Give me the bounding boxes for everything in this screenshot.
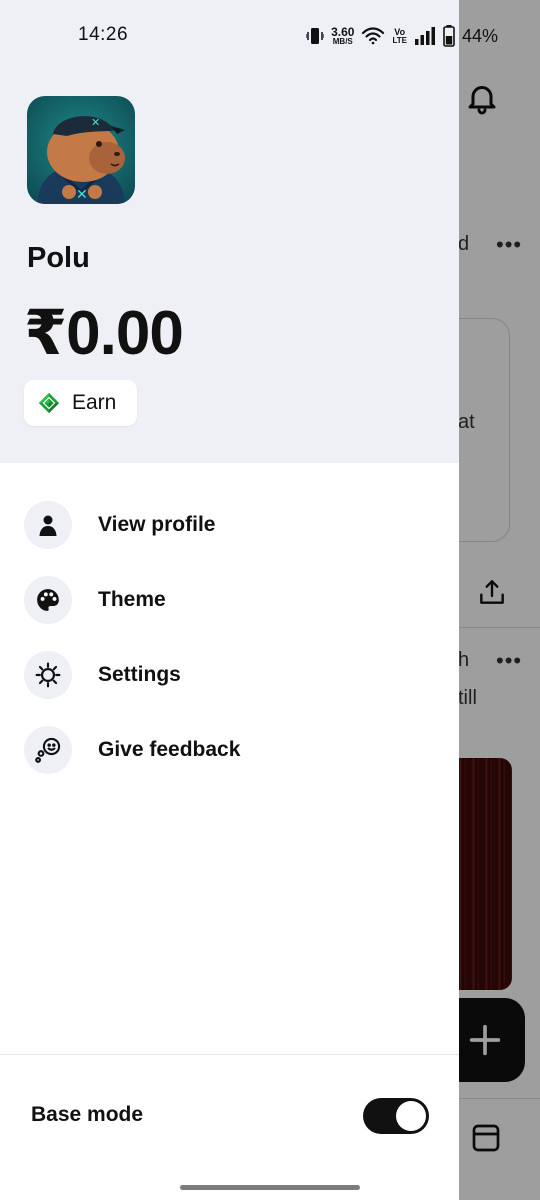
wallet-balance: ₹0.00 xyxy=(24,299,184,368)
status-bar: 14:26 3.60 MB/S Vo LTE 44% xyxy=(0,0,540,72)
earn-label: Earn xyxy=(72,391,117,414)
palette-icon xyxy=(37,589,59,611)
menu-item-label: View profile xyxy=(98,513,216,536)
feedback-icon xyxy=(35,737,61,763)
menu-item-settings[interactable]: Settings xyxy=(24,645,444,705)
earn-button[interactable]: Earn xyxy=(24,380,137,426)
svg-text:✕: ✕ xyxy=(91,116,100,129)
base-mode-toggle[interactable] xyxy=(363,1098,429,1134)
menu-item-give-feedback[interactable]: Give feedback xyxy=(24,720,444,780)
volte-bottom: LTE xyxy=(392,35,407,45)
menu-item-view-profile[interactable]: View profile xyxy=(24,495,444,555)
username: Polu xyxy=(27,242,90,274)
battery-percentage: 44% xyxy=(461,25,498,46)
menu-item-label: Settings xyxy=(98,663,181,686)
avatar[interactable]: ✕ ✕ xyxy=(27,96,135,204)
svg-text:✕: ✕ xyxy=(76,187,88,203)
toggle-knob xyxy=(396,1101,426,1131)
menu-item-label: Give feedback xyxy=(98,738,241,761)
network-speed: 3.60 MB/S xyxy=(331,26,354,46)
menu-item-label: Theme xyxy=(98,588,166,611)
person-icon xyxy=(39,515,57,536)
menu-item-theme[interactable]: Theme xyxy=(24,570,444,630)
vibrate-icon xyxy=(306,28,325,44)
gear-icon xyxy=(35,662,61,688)
wifi-icon xyxy=(362,27,385,45)
battery-icon xyxy=(443,25,455,47)
drawer-divider xyxy=(0,1054,459,1055)
navigation-drawer: ✕ ✕ Polu ₹0.00 Earn View profile Theme S… xyxy=(0,0,459,1200)
volte-icon: Vo LTE xyxy=(392,27,407,45)
base-mode-label: Base mode xyxy=(31,1103,144,1126)
capybara-avatar-image: ✕ ✕ xyxy=(27,96,135,204)
status-time: 14:26 xyxy=(78,24,129,45)
signal-icon xyxy=(414,27,435,45)
network-speed-unit: MB/S xyxy=(332,37,353,46)
earn-diamond-icon xyxy=(38,392,60,414)
home-indicator[interactable] xyxy=(180,1185,360,1190)
